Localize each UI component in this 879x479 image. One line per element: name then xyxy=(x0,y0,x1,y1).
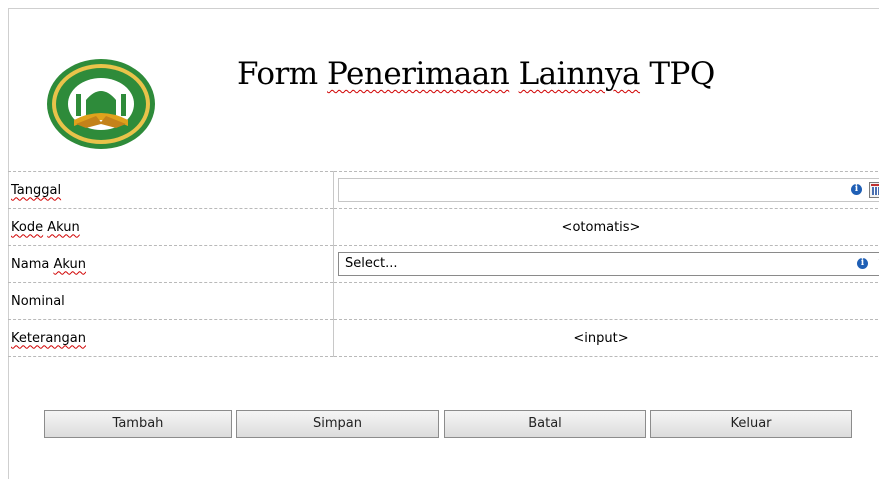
page-title: Form Penerimaan Lainnya TPQ xyxy=(237,56,715,92)
row-nama-akun: Nama Akun Select... i ∨ xyxy=(8,246,879,283)
simpan-button[interactable]: Simpan xyxy=(236,410,439,438)
tanggal-input[interactable] xyxy=(338,178,879,202)
info-icon: i xyxy=(851,184,862,195)
nama-akun-label: Nama Akun xyxy=(8,246,334,283)
mosque-logo xyxy=(46,58,156,150)
keterangan-label: Keterangan xyxy=(8,320,334,357)
keterangan-value: <input> xyxy=(334,331,868,346)
row-kode-akun: Kode Akun <otomatis> xyxy=(8,209,879,246)
kode-akun-label: Kode Akun xyxy=(8,209,334,246)
tanggal-cell: i xyxy=(334,172,879,209)
nominal-cell[interactable] xyxy=(334,283,879,320)
nama-akun-cell: Select... i ∨ xyxy=(334,246,879,283)
calendar-icon[interactable] xyxy=(869,182,879,198)
kode-akun-value: <otomatis> xyxy=(334,220,868,235)
row-keterangan: Keterangan <input> xyxy=(8,320,879,357)
row-nominal: Nominal xyxy=(8,283,879,320)
keterangan-cell[interactable]: <input> xyxy=(334,320,879,357)
info-icon: i xyxy=(857,258,868,269)
nominal-label: Nominal xyxy=(8,283,334,320)
row-tanggal: Tanggal i xyxy=(8,172,879,209)
batal-button[interactable]: Batal xyxy=(444,410,646,438)
form-table: Tanggal i Kode Akun <otomatis> Nama Akun… xyxy=(8,171,879,357)
kode-akun-cell: <otomatis> xyxy=(334,209,879,246)
keluar-button[interactable]: Keluar xyxy=(650,410,852,438)
nama-akun-select[interactable]: Select... xyxy=(338,252,879,276)
tambah-button[interactable]: Tambah xyxy=(44,410,232,438)
tanggal-label: Tanggal xyxy=(8,172,334,209)
